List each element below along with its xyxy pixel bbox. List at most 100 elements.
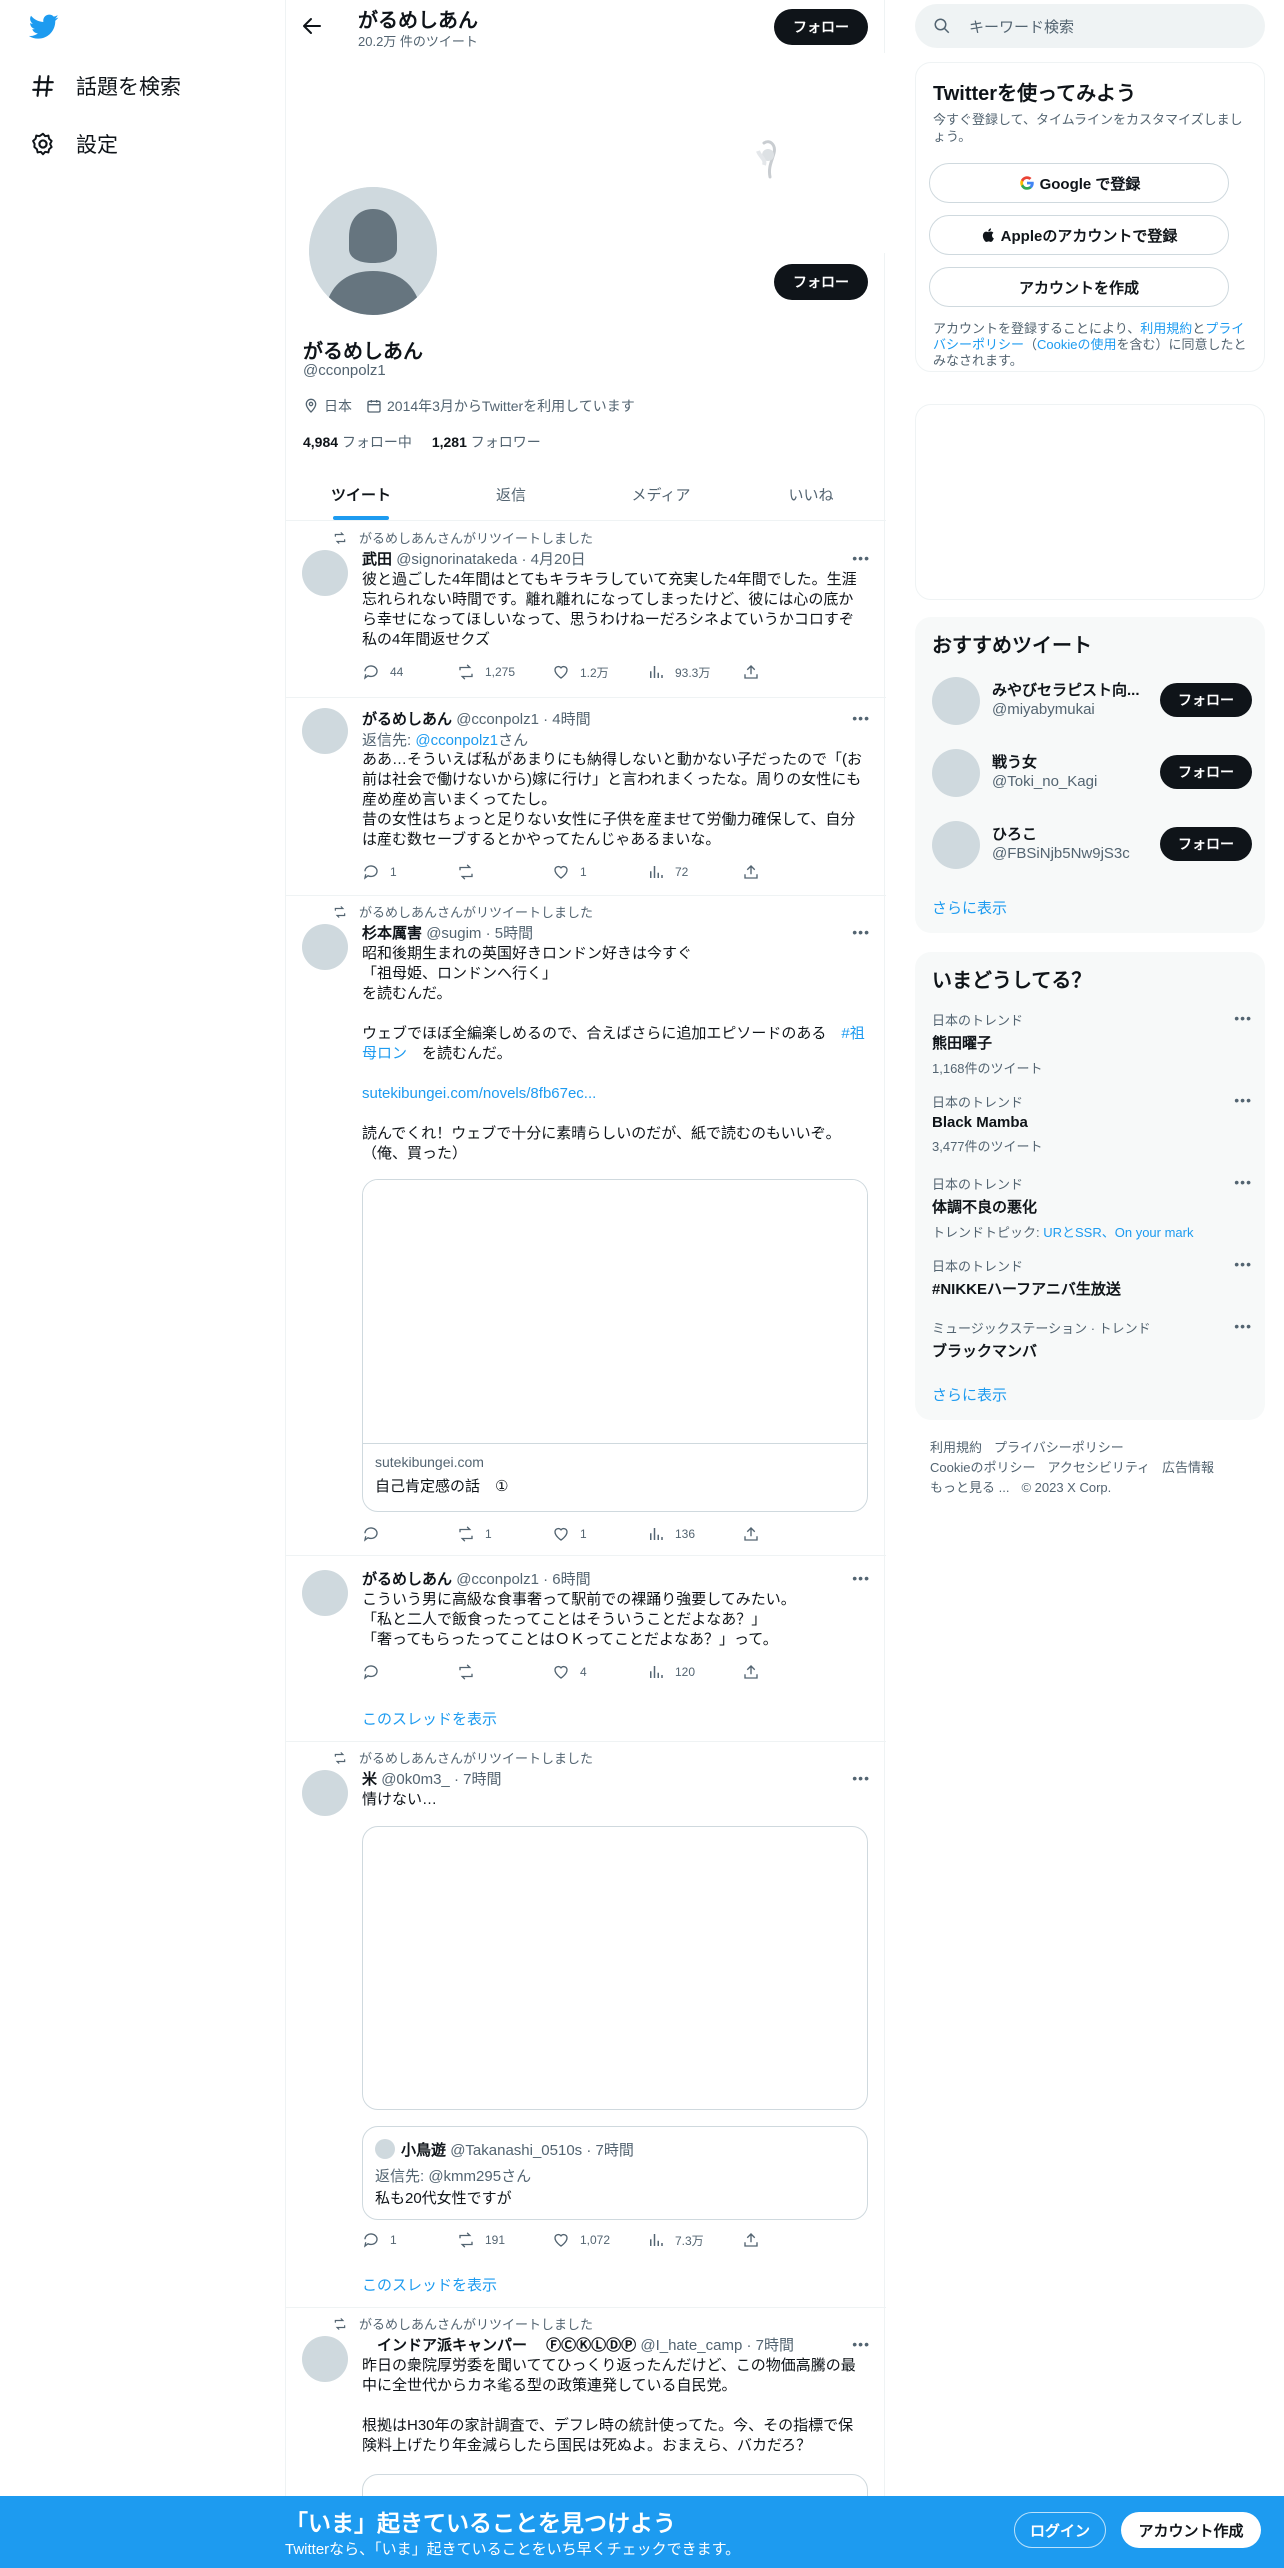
views-button[interactable]: 120 [647, 1662, 742, 1682]
footer-link[interactable]: 利用規約 [930, 1440, 982, 1455]
trend-item[interactable]: ミュージックステーション · トレンド ブラックマンバ ••• [932, 1318, 1252, 1361]
reply-to-link[interactable]: @cconpolz1 [415, 732, 498, 749]
views-button[interactable]: 7.3万 [647, 2230, 742, 2250]
more-options-icon[interactable]: ••• [852, 924, 870, 940]
more-options-icon[interactable]: ••• [852, 550, 870, 566]
share-button[interactable] [742, 2230, 772, 2250]
like-button[interactable]: 4 [552, 1662, 647, 1682]
create-account-button[interactable]: アカウントを作成 [929, 267, 1229, 307]
profile-follow-button[interactable]: フォロー [774, 264, 868, 300]
quote-tweet[interactable]: 小鳥遊 @Takanashi_0510s · 7時間 返信先: @kmm295さ… [362, 2126, 868, 2220]
tweet-3[interactable]: がるめしあんさんがリツイートしました 杉本厲害 @sugim · 5時間 •••… [286, 896, 886, 1556]
show-thread-link[interactable]: このスレッドを表示 [362, 1708, 497, 1729]
footer-link[interactable]: アクセシビリティ [1047, 1460, 1150, 1475]
trend-item[interactable]: 日本のトレンド Black Mamba 3,477件のツイート ••• [932, 1092, 1252, 1155]
tweet-5[interactable]: がるめしあんさんがリツイートしました 米 @0k0m3_ · 7時間 ••• 情… [286, 1742, 886, 2308]
footer-link[interactable]: 広告情報 [1162, 1460, 1214, 1475]
more-options-icon[interactable]: ••• [1234, 1174, 1252, 1190]
retweet-button[interactable] [457, 862, 552, 882]
apple-signup-button[interactable]: Appleのアカウントで登録 [929, 215, 1229, 255]
tweet-author-name[interactable]: 杉本厲害 [362, 925, 422, 942]
media-card[interactable] [362, 1826, 868, 2110]
show-thread-link[interactable]: このスレッドを表示 [362, 2274, 497, 2295]
share-button[interactable] [742, 1524, 772, 1544]
tab-tweets[interactable]: ツイート [286, 468, 436, 520]
like-button[interactable]: 1,072 [552, 2230, 647, 2250]
search-box[interactable]: キーワード検索 [915, 4, 1265, 48]
retweet-button[interactable]: 1 [457, 1524, 552, 1544]
views-button[interactable]: 136 [647, 1524, 742, 1544]
more-options-icon[interactable]: ••• [852, 1570, 870, 1586]
retweet-button[interactable]: 1,275 [457, 662, 552, 682]
follow-button[interactable]: フォロー [1160, 755, 1252, 789]
reply-button[interactable] [362, 1524, 457, 1544]
tweet-author-name[interactable]: インドア派キャンパー ⒻⒸⓀⓁⒹⓅ [362, 2337, 636, 2354]
url-link[interactable]: sutekibungei.com/novels/8fb67ec... [362, 1085, 596, 1102]
terms-link[interactable]: 利用規約 [1140, 321, 1192, 336]
tab-media[interactable]: メディア [586, 468, 736, 520]
tweet-1[interactable]: がるめしあんさんがリツイートしました 武田 @signorinatakeda ·… [286, 522, 886, 698]
more-options-icon[interactable]: ••• [852, 2336, 870, 2352]
twitter-bird-icon[interactable] [29, 14, 59, 40]
tweet-author-name[interactable]: 武田 [362, 551, 392, 568]
tweet-2[interactable]: がるめしあん @cconpolz1 · 4時間 ••• 返信先: @cconpo… [286, 698, 886, 896]
trend-item[interactable]: 日本のトレンド #NIKKEハーフアニバ生放送 ••• [932, 1256, 1252, 1299]
trend-item[interactable]: 日本のトレンド 体調不良の悪化 トレンドトピック: URとSSR、On your… [932, 1174, 1252, 1241]
profile-avatar[interactable] [305, 183, 441, 319]
tweet-6[interactable]: がるめしあんさんがリツイートしました インドア派キャンパー ⒻⒸⓀⓁⒹⓅ @I_… [286, 2308, 886, 2534]
recommended-user[interactable]: ひろこ @FBSiNjb5Nw9jS3c フォロー [932, 817, 1252, 873]
footer-link[interactable]: もっと見る ... [930, 1480, 1009, 1495]
create-account-button[interactable]: アカウント作成 [1121, 2512, 1261, 2548]
follow-button[interactable]: フォロー [1160, 827, 1252, 861]
retweet-button[interactable] [457, 1662, 552, 1682]
back-arrow-icon[interactable] [300, 14, 324, 38]
nav-explore[interactable]: 話題を検索 [28, 66, 181, 106]
footer-link[interactable]: プライバシーポリシー [994, 1440, 1124, 1455]
like-button[interactable]: 1.2万 [552, 662, 647, 682]
trend-item[interactable]: 日本のトレンド 熊田曜子 1,168件のツイート ••• [932, 1010, 1252, 1077]
reply-button[interactable] [362, 1662, 457, 1682]
tweet-avatar[interactable] [302, 1570, 348, 1616]
retweet-button[interactable]: 191 [457, 2230, 552, 2250]
recommended-user[interactable]: 戦う女 @Toki_no_Kagi フォロー [932, 745, 1252, 801]
show-more-link[interactable]: さらに表示 [932, 897, 1007, 918]
tweet-author-name[interactable]: 米 [362, 1771, 377, 1788]
more-options-icon[interactable]: ••• [1234, 1010, 1252, 1026]
views-button[interactable]: 93.3万 [647, 662, 742, 682]
tweet-avatar[interactable] [302, 550, 348, 596]
nav-settings[interactable]: 設定 [28, 124, 118, 164]
tweet-avatar[interactable] [302, 1770, 348, 1816]
tweet-avatar[interactable] [302, 708, 348, 754]
cookie-link[interactable]: Cookieの使用 [1037, 337, 1116, 352]
share-button[interactable] [742, 1662, 772, 1682]
trend-topic-links[interactable]: URとSSR、On your mark [1043, 1225, 1193, 1240]
tweet-avatar[interactable] [302, 2336, 348, 2382]
login-button[interactable]: ログイン [1014, 2512, 1106, 2548]
tab-likes[interactable]: いいね [736, 468, 886, 520]
like-button[interactable]: 1 [552, 1524, 647, 1544]
tweet-author-name[interactable]: がるめしあん [362, 1571, 452, 1588]
more-options-icon[interactable]: ••• [852, 710, 870, 726]
followers-link[interactable]: 1,281 フォロワー [432, 434, 541, 450]
following-link[interactable]: 4,984 フォロー中 [303, 434, 412, 450]
header-follow-button[interactable]: フォロー [774, 9, 868, 45]
reply-button[interactable]: 44 [362, 662, 457, 682]
show-more-link[interactable]: さらに表示 [932, 1384, 1007, 1405]
tweet-author-name[interactable]: がるめしあん [362, 711, 452, 728]
reply-button[interactable]: 1 [362, 2230, 457, 2250]
tweet-avatar[interactable] [302, 924, 348, 970]
more-options-icon[interactable]: ••• [1234, 1318, 1252, 1334]
follow-button[interactable]: フォロー [1160, 683, 1252, 717]
tab-replies[interactable]: 返信 [436, 468, 586, 520]
like-button[interactable]: 1 [552, 862, 647, 882]
views-button[interactable]: 72 [647, 862, 742, 882]
recommended-user[interactable]: みやびセラピスト向... @miyabymukai フォロー [932, 673, 1252, 729]
link-card[interactable]: sutekibungei.com 自己肯定感の話 ① [362, 1179, 868, 1512]
reply-button[interactable]: 1 [362, 862, 457, 882]
google-signup-button[interactable]: Google で登録 [929, 163, 1229, 203]
share-button[interactable] [742, 862, 772, 882]
more-options-icon[interactable]: ••• [1234, 1092, 1252, 1108]
footer-link[interactable]: Cookieのポリシー [930, 1460, 1035, 1475]
more-options-icon[interactable]: ••• [1234, 1256, 1252, 1272]
share-button[interactable] [742, 662, 772, 682]
